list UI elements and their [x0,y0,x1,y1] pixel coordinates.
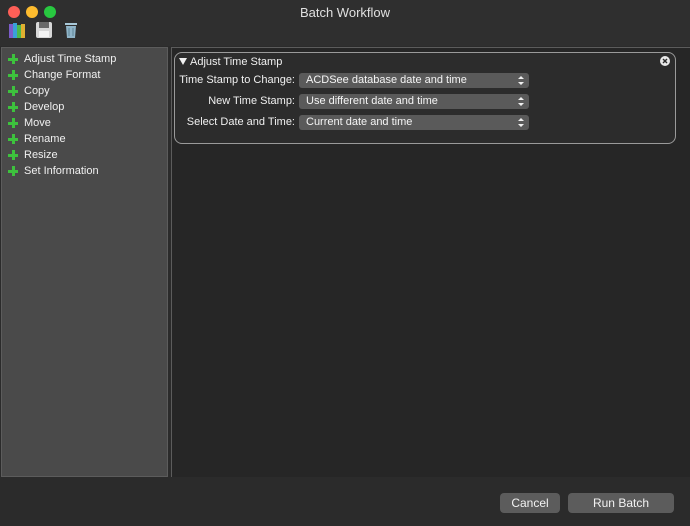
select-value: Use different date and time [306,95,438,107]
cancel-button[interactable]: Cancel [500,493,560,513]
sidebar-item-label: Rename [24,133,66,145]
add-icon [8,134,18,144]
field-label: Select Date and Time: [186,116,295,128]
sidebar-item-label: Resize [24,149,58,161]
field-label: Time Stamp to Change: [179,74,295,86]
adjust-time-stamp-panel: Adjust Time Stamp Time Stamp to Change: … [174,52,676,144]
run-batch-button[interactable]: Run Batch [568,493,674,513]
add-icon [8,86,18,96]
sidebar-item-move[interactable]: Move [2,115,167,131]
new-time-stamp-row: New Time Stamp: Use different date and t… [175,94,677,110]
sidebar-item-label: Set Information [24,165,99,177]
add-icon [8,150,18,160]
new-time-stamp-select[interactable]: Use different date and time [299,94,529,109]
panel-header[interactable]: Adjust Time Stamp [179,56,282,68]
select-value: Current date and time [306,116,413,128]
workflow-area: Adjust Time Stamp Time Stamp to Change: … [171,47,690,477]
field-label: New Time Stamp: [208,95,295,107]
add-icon [8,54,18,64]
add-icon [8,118,18,128]
sidebar-item-label: Adjust Time Stamp [24,53,117,65]
trash-icon[interactable] [61,20,81,40]
time-stamp-to-change-select[interactable]: ACDSee database date and time [299,73,529,88]
window-title: Batch Workflow [299,5,391,20]
panel-title: Adjust Time Stamp [190,56,283,68]
sidebar-item-label: Move [24,117,51,129]
time-stamp-to-change-row: Time Stamp to Change: ACDSee database da… [175,73,677,89]
sidebar-item-label: Develop [24,101,65,113]
operations-sidebar: Adjust Time Stamp Change Format Copy Dev… [1,47,168,477]
add-icon [8,70,18,80]
sidebar-item-copy[interactable]: Copy [2,83,167,99]
add-icon [8,102,18,112]
sidebar-item-label: Change Format [24,69,101,81]
updown-chevron-icon [518,96,524,107]
select-date-and-time-row: Select Date and Time: Current date and t… [175,115,677,131]
sidebar-item-develop[interactable]: Develop [2,99,167,115]
updown-chevron-icon [518,75,524,86]
updown-chevron-icon [518,117,524,128]
sidebar-item-rename[interactable]: Rename [2,131,167,147]
sidebar-item-resize[interactable]: Resize [2,147,167,163]
sidebar-item-set-information[interactable]: Set Information [2,163,167,179]
title-bar: Batch Workflow [0,0,690,46]
select-date-and-time-select[interactable]: Current date and time [299,115,529,130]
select-value: ACDSee database date and time [306,74,467,86]
remove-step-icon[interactable] [660,56,670,66]
disclosure-triangle-icon[interactable] [179,58,187,65]
books-icon[interactable] [7,20,27,40]
save-icon[interactable] [34,20,54,40]
sidebar-item-adjust-time-stamp[interactable]: Adjust Time Stamp [2,51,167,67]
sidebar-item-label: Copy [24,85,50,97]
add-icon [8,166,18,176]
sidebar-item-change-format[interactable]: Change Format [2,67,167,83]
